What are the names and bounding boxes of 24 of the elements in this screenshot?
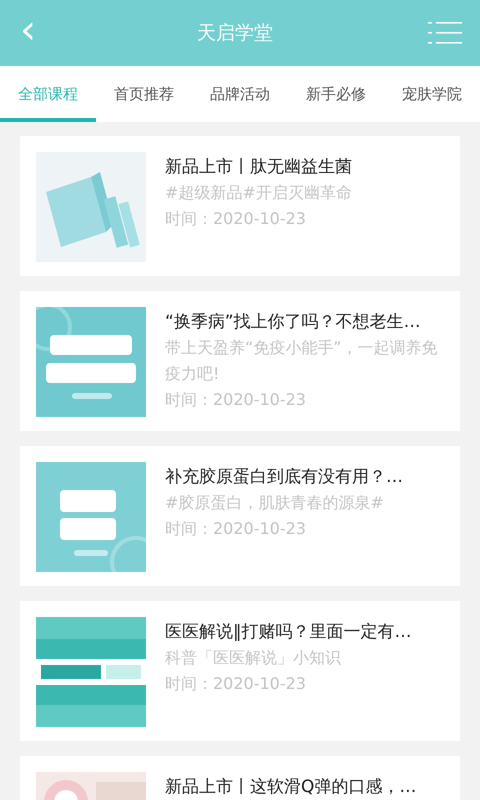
article-card[interactable]: “换季病”找上你了吗？不想老生… 带上天盈养“免疫小能手”，一起调养免疫力吧! 时间：2020-10-23 xyxy=(20,291,460,431)
article-date: 时间：2020-10-23 xyxy=(165,208,307,230)
category-tab[interactable]: 新手必修 xyxy=(288,66,384,122)
article-title: 新品上市丨肽无幽益生菌 xyxy=(165,156,352,179)
article-card[interactable]: 新品上市丨肽无幽益生菌 #超级新品#开启灭幽革命 时间：2020-10-23 xyxy=(20,136,460,276)
article-summary: #胶原蛋白，肌肤青春的源泉# xyxy=(165,492,385,514)
article-date: 时间：2020-10-23 xyxy=(165,673,307,695)
category-tab[interactable]: 宠肤学院 xyxy=(384,66,480,122)
article-title: 补充胶原蛋白到底有没有用？… xyxy=(165,466,403,489)
article-title: 新品上市丨这软滑Q弹的口感，… xyxy=(165,776,416,799)
article-summary: #超级新品#开启灭幽革命 xyxy=(165,182,352,204)
article-title: 医医解说‖打赌吗？里面一定有… xyxy=(165,621,412,644)
article-date: 时间：2020-10-23 xyxy=(165,389,307,411)
menu-icon[interactable] xyxy=(428,21,462,45)
category-tab[interactable]: 品牌活动 xyxy=(192,66,288,122)
article-summary: 科普「医医解说」小知识 xyxy=(165,647,342,669)
article-card[interactable]: 新品上市丨这软滑Q弹的口感，… xyxy=(20,756,460,800)
article-date: 时间：2020-10-23 xyxy=(165,518,307,540)
article-card[interactable]: 补充胶原蛋白到底有没有用？… #胶原蛋白，肌肤青春的源泉# 时间：2020-10-23 xyxy=(20,446,460,586)
article-title: “换季病”找上你了吗？不想老生… xyxy=(165,311,422,334)
page-title: 天启学堂 xyxy=(197,21,273,46)
category-tab[interactable]: 首页推荐 xyxy=(96,66,192,122)
article-card[interactable]: 医医解说‖打赌吗？里面一定有… 科普「医医解说」小知识 时间：2020-10-23 xyxy=(20,601,460,741)
article-summary: 带上天盈养“免疫小能手”，一起调养免疫力吧! xyxy=(165,337,439,385)
